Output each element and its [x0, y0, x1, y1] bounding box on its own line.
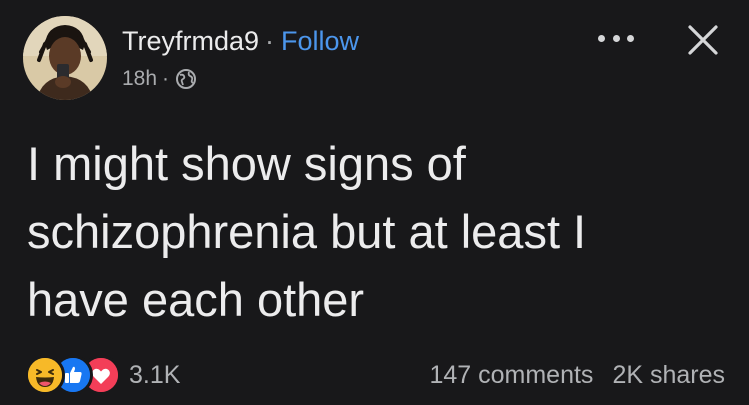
author-name[interactable]: Treyfrmda9: [122, 26, 259, 57]
post-body: I might show signs of schizophrenia but …: [27, 130, 727, 334]
post-card: Treyfrmda9 · Follow 18h · I might show s…: [0, 0, 749, 405]
avatar[interactable]: [23, 16, 107, 100]
post-text-line: I might show signs of: [27, 137, 466, 190]
follow-button[interactable]: Follow: [281, 26, 359, 57]
post-text-line: schizophrenia but at least I: [27, 205, 587, 258]
post-meta: 18h ·: [122, 64, 197, 94]
more-horizontal-icon-dot: [627, 34, 634, 42]
close-button[interactable]: [685, 22, 721, 58]
haha-reaction-icon: [25, 355, 65, 395]
post-text-line: have each other: [27, 273, 365, 326]
header-separator: ·: [265, 25, 275, 56]
more-horizontal-icon-dot: [612, 34, 620, 42]
close-icon: [688, 25, 718, 55]
meta-separator: ·: [162, 67, 170, 90]
more-options-button[interactable]: [598, 26, 634, 50]
globe-icon[interactable]: [175, 68, 197, 90]
shares-count[interactable]: 2K shares: [612, 361, 725, 390]
reaction-count[interactable]: 3.1K: [129, 361, 180, 390]
post-time[interactable]: 18h: [122, 67, 157, 91]
engagement-stats: 147 comments 2K shares: [429, 357, 725, 393]
reactions-summary[interactable]: 3.1K: [25, 355, 180, 395]
post-header: Treyfrmda9 · Follow: [122, 24, 359, 58]
more-horizontal-icon: [598, 34, 605, 42]
comments-count[interactable]: 147 comments: [429, 361, 593, 390]
